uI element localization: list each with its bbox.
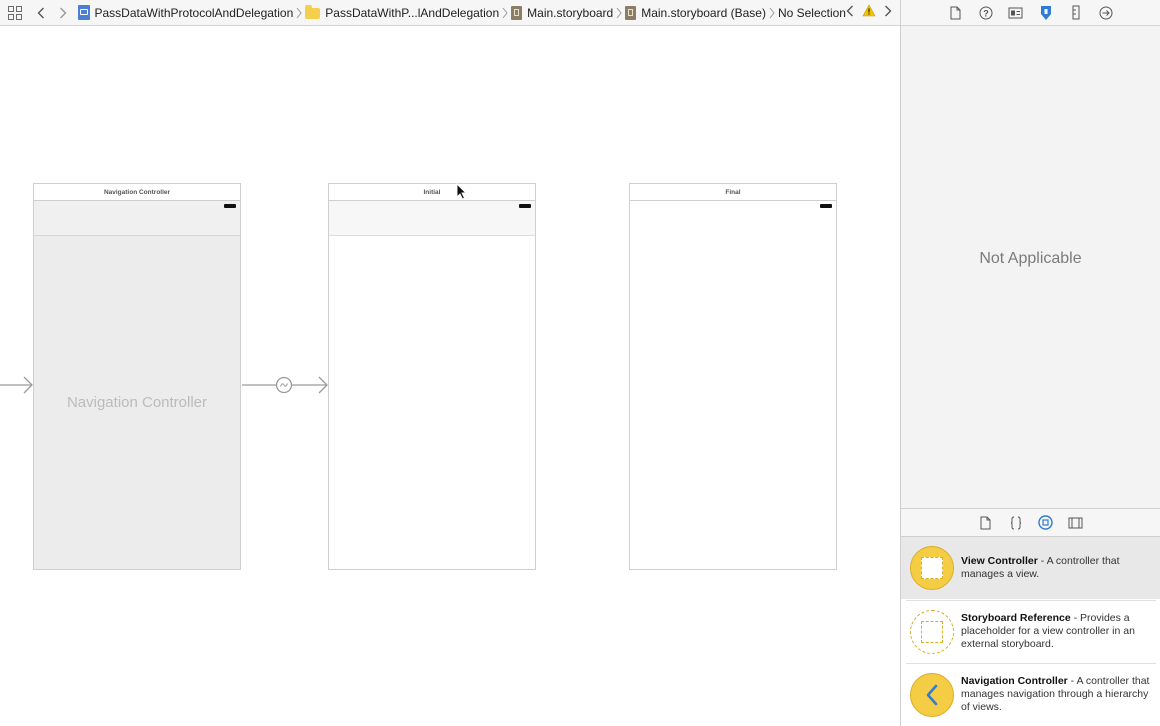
inspector-tab-bar: ? [901, 0, 1160, 26]
root-view-controller-segue[interactable] [242, 374, 330, 396]
scene-title: Final [630, 184, 836, 201]
scene-navigation-controller[interactable]: Navigation Controller Navigation Control… [33, 183, 241, 570]
breadcrumb-project[interactable]: PassDataWithProtocolAndDelegation [77, 5, 294, 20]
identity-inspector-icon[interactable] [1008, 5, 1024, 21]
file-inspector-icon[interactable] [948, 5, 964, 21]
battery-icon [519, 204, 531, 208]
breadcrumb-label: Main.storyboard (Base) [641, 5, 766, 20]
folder-icon [305, 5, 321, 19]
svg-text:?: ? [983, 8, 989, 18]
breadcrumb-storyboard[interactable]: Main.storyboard [511, 5, 614, 20]
utilities-pane: ? Not Applicable View Controller - A con… [900, 0, 1160, 726]
scene-title: Navigation Controller [34, 184, 240, 201]
media-library-icon[interactable] [1068, 515, 1084, 531]
entry-point-arrow[interactable] [0, 376, 34, 394]
chevron-right-icon [502, 7, 508, 19]
library-tab-bar [901, 508, 1160, 537]
library-item-title: Storyboard Reference [961, 612, 1071, 624]
jump-bar: PassDataWithProtocolAndDelegation PassDa… [0, 0, 900, 26]
storyboard-reference-icon [910, 609, 954, 654]
connections-inspector-icon[interactable] [1098, 5, 1114, 21]
back-arrow-icon[interactable] [34, 3, 48, 23]
inspector-content: Not Applicable [901, 26, 1160, 508]
battery-icon [224, 204, 236, 208]
object-library-list[interactable]: View Controller - A controller that mana… [901, 537, 1160, 726]
not-applicable-label: Not Applicable [979, 250, 1082, 267]
project-icon [77, 5, 90, 20]
scene-title: Initial [329, 184, 535, 201]
library-item-navigation-controller[interactable]: Navigation Controller - A controller tha… [906, 663, 1156, 725]
battery-icon [820, 204, 832, 208]
breadcrumb-folder[interactable]: PassDataWithP...lAndDelegation [305, 5, 500, 20]
scene-initial[interactable]: Initial [328, 183, 536, 570]
attributes-inspector-icon[interactable] [1038, 5, 1054, 21]
breadcrumb-label: PassDataWithProtocolAndDelegation [94, 5, 294, 20]
library-item-storyboard-reference[interactable]: Storyboard Reference - Provides a placeh… [906, 600, 1156, 662]
navigation-bar [329, 201, 535, 236]
view-controller-icon [910, 546, 954, 590]
size-inspector-icon[interactable] [1068, 5, 1084, 21]
library-item-view-controller[interactable]: View Controller - A controller that mana… [901, 537, 1160, 599]
mouse-cursor-icon [456, 183, 467, 200]
library-item-title: View Controller [961, 555, 1038, 567]
library-item-title: Navigation Controller [961, 675, 1068, 687]
breadcrumb-label: PassDataWithP...lAndDelegation [325, 5, 500, 20]
navigation-controller-icon [910, 672, 954, 717]
object-library-icon[interactable] [1038, 515, 1054, 531]
forward-arrow-icon[interactable] [56, 3, 70, 23]
chevron-right-icon [616, 7, 622, 19]
chevron-right-icon [769, 7, 775, 19]
chevron-right-icon [296, 7, 302, 19]
previous-issue-icon[interactable] [846, 4, 854, 22]
scene-placeholder-label: Navigation Controller [34, 236, 240, 569]
storyboard-icon [511, 5, 523, 20]
next-issue-icon[interactable] [884, 4, 892, 22]
navigation-bar [34, 201, 240, 236]
warning-icon[interactable] [862, 3, 876, 22]
related-items-icon[interactable] [8, 5, 22, 20]
quick-help-icon[interactable]: ? [978, 5, 994, 21]
breadcrumb-storyboard-base[interactable]: Main.storyboard (Base) [625, 5, 766, 20]
storyboard-icon [625, 5, 637, 20]
file-template-icon[interactable] [978, 515, 994, 531]
scene-final[interactable]: Final [629, 183, 837, 570]
breadcrumb-label: Main.storyboard [527, 5, 614, 20]
code-snippet-icon[interactable] [1008, 515, 1024, 531]
breadcrumb-label: No Selection [777, 5, 846, 20]
storyboard-canvas[interactable]: Navigation Controller Navigation Control… [0, 27, 900, 726]
breadcrumb-selection[interactable]: No Selection [778, 6, 846, 20]
